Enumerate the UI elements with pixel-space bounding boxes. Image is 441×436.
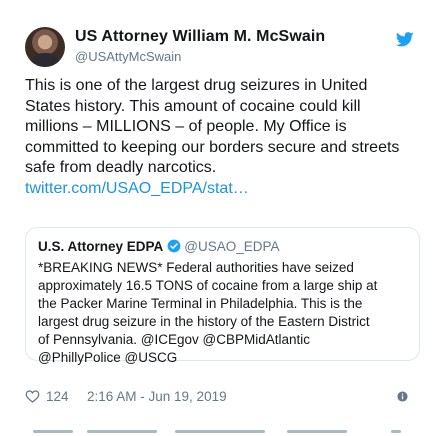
author-names: US Attorney William M. McSwain @USAttyMc… [75,27,325,65]
quoted-tweet-body: *BREAKING NEWS* Federal authorities have… [38,259,407,367]
tweet-header: US Attorney William M. McSwain @USAttyMc… [25,27,420,71]
tweet-line: States history. This amount of cocaine c… [25,97,361,115]
author-display-name[interactable]: US Attorney William M. McSwain [75,27,325,47]
quoted-tweet-header: U.S. Attorney EDPA @USAO_EDPA [38,238,407,255]
verified-badge-icon [167,239,181,253]
tweet-line: safe from deadly narcotics. [25,159,217,176]
tweet-footer: 124 2:16 AM - Jun 19, 2019 [25,388,420,406]
twitter-bird-icon[interactable] [396,32,414,47]
tweet-body: This is one of the largest drug seizures… [25,76,420,199]
info-icon[interactable] [397,391,408,402]
quoted-author-name[interactable]: U.S. Attorney EDPA [38,239,163,254]
like-count[interactable]: 124 [46,388,69,405]
quoted-author-handle[interactable]: @USAO_EDPA [184,239,279,254]
quoted-line: @PhillyPolice @USCG [38,350,178,365]
tweet-line: committed to keeping our borders secure … [25,138,400,156]
tweet-line: This is one of the largest drug seizures… [25,77,368,94]
embedded-tweet-card: US Attorney William M. McSwain @USAttyMc… [0,0,441,436]
heart-icon[interactable] [25,389,40,403]
quoted-line: largest drug seizure in the history of t… [38,314,370,329]
quoted-line: *BREAKING NEWS* Federal authorities have… [38,260,354,275]
tweet-line: millions – MILLIONS – of people. My Offi… [25,118,347,135]
next-tweet-cutoff [25,428,405,436]
quoted-line: of Pennsylvania. @ICEgov @CBPMidAtlantic [38,332,311,347]
author-handle[interactable]: @USAttyMcSwain [75,48,325,65]
quoted-line: approximately 16.5 TONS of cocaine from … [38,278,378,293]
quoted-tweet[interactable]: U.S. Attorney EDPA @USAO_EDPA *BREAKING … [25,227,420,365]
quoted-line: the Packer Marine Terminal in Philadelph… [38,296,363,311]
author-avatar[interactable] [25,27,65,67]
tweet-timestamp[interactable]: 2:16 AM - Jun 19, 2019 [87,388,227,405]
tweet-link[interactable]: twitter.com/USAO_EDPA/stat… [25,179,420,200]
